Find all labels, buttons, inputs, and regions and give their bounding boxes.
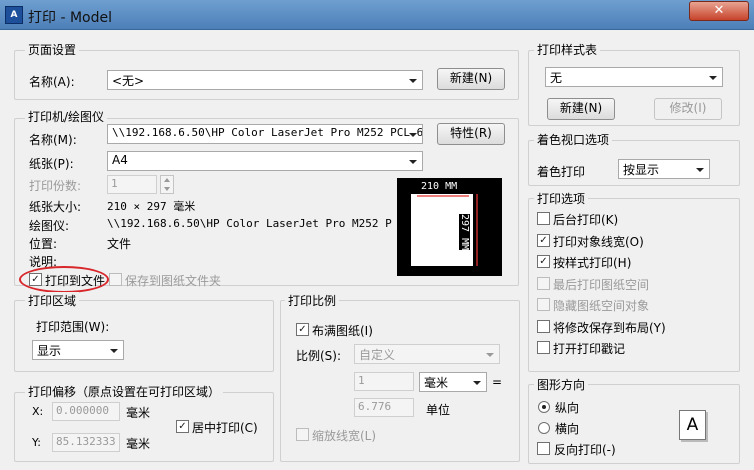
option-label-7[interactable]: 打开打印戳记 [553,340,625,357]
fit-to-paper-label[interactable]: 布满图纸(I) [312,322,373,339]
window-title: 打印 - Model [28,10,112,26]
plotter-label: 绘图仪: [29,219,70,233]
shaded-title: 着色视口选项 [534,131,613,148]
plot-scale-title: 打印比例 [285,292,340,309]
center-plot-label[interactable]: 居中打印(C) [192,419,258,436]
reverse-plot-label[interactable]: 反向打印(-) [554,441,616,458]
scale-unit-select[interactable]: 毫米 [419,372,487,392]
option-label-3[interactable]: 按样式打印(H) [553,254,631,271]
paper-select[interactable]: A4 [107,151,423,171]
offset-y-label: Y: [32,436,41,449]
plot-area-title: 打印区域 [25,292,80,309]
page-setup-add-button[interactable]: 新建(N) [437,68,505,90]
orientation-icon: A [679,410,706,440]
scale-unit-2-label: 单位 [426,403,451,417]
printer-name-select[interactable]: \\192.168.6.50\HP Color LaserJet Pro M25… [107,124,423,144]
offset-x-label: X: [32,405,44,418]
option-label-4: 最后打印图纸空间 [553,278,650,292]
save-to-folder-checkbox[interactable] [109,273,122,286]
copies-input[interactable]: 1 [107,175,157,194]
preview-height-label: 297 MM [459,214,470,251]
paper-size-label: 纸张大小: [29,200,82,214]
location-value: 文件 [107,237,132,251]
plot-style-title: 打印样式表 [534,41,601,58]
plot-style-new-button[interactable]: 新建(N) [547,98,615,120]
option-label-2[interactable]: 打印对象线宽(O) [553,233,644,250]
fit-to-paper-checkbox[interactable]: ✓ [296,323,309,336]
option-checkbox-2[interactable]: ✓ [537,234,550,247]
scale-equals-sign: = [492,375,503,389]
option-checkbox-7[interactable] [537,341,550,354]
copies-label: 打印份数: [29,179,82,193]
printer-name-label: 名称(M): [29,133,77,147]
print-to-file-highlight [19,266,109,293]
paper-size-value: 210 × 297 毫米 [107,200,196,213]
scale-select[interactable]: 自定义 [354,344,500,364]
option-label-5: 隐藏图纸空间对象 [553,299,650,313]
option-checkbox-5[interactable] [537,298,550,311]
scale-value-1-input[interactable]: 1 [354,372,414,391]
plot-offset-title: 打印偏移（原点设置在可打印区域） [25,383,224,400]
scale-lineweights-label: 缩放线宽(L) [312,429,377,443]
scale-lineweights-checkbox[interactable] [296,428,309,441]
portrait-radio[interactable] [538,401,550,413]
center-plot-checkbox[interactable]: ✓ [176,420,189,433]
location-label: 位置: [29,237,58,251]
option-label-1[interactable]: 后台打印(K) [553,211,618,228]
options-title: 打印选项 [534,190,589,207]
reverse-plot-checkbox[interactable] [537,442,550,455]
portrait-label[interactable]: 纵向 [555,399,579,416]
plot-range-label: 打印范围(W): [36,320,110,334]
plot-style-select[interactable]: 无 [545,67,723,87]
option-checkbox-3[interactable]: ✓ [537,255,550,268]
option-checkbox-6[interactable] [537,320,550,333]
paper-preview [397,178,502,276]
save-to-folder-label: 保存到图纸文件夹 [125,274,222,288]
printer-properties-button[interactable]: 特性(R) [437,123,505,145]
offset-y-input[interactable]: 85.132333 [52,433,120,452]
app-icon: A [5,6,23,24]
shade-plot-label: 着色打印 [537,165,586,179]
paper-label: 纸张(P): [29,157,74,171]
scale-label: 比例(S): [296,349,342,363]
title-bar [0,0,754,30]
printer-title: 打印机/绘图仪 [25,108,108,125]
offset-y-unit: 毫米 [126,437,151,451]
option-label-6[interactable]: 将修改保存到布局(Y) [553,319,666,336]
paper-preview-drawing [411,194,478,266]
scale-value-2-input[interactable]: 6.776 [354,398,414,417]
shade-plot-select[interactable]: 按显示 [618,159,710,179]
page-setup-name-label: 名称(A): [29,75,75,89]
plot-style-edit-button[interactable]: 修改(I) [654,98,722,120]
plot-range-select[interactable]: 显示 [32,340,124,360]
option-checkbox-4[interactable] [537,277,550,290]
option-checkbox-1[interactable] [537,212,550,225]
close-button[interactable]: ✕ [689,1,749,21]
offset-x-unit: 毫米 [126,406,151,420]
plotter-value: \\192.168.6.50\HP Color LaserJet Pro M25… [107,217,392,230]
orientation-title: 图形方向 [534,376,589,393]
page-setup-title: 页面设置 [25,41,80,58]
page-setup-name-select[interactable]: <无> [107,70,423,90]
landscape-label[interactable]: 横向 [555,420,579,437]
copies-spinner[interactable] [160,175,174,194]
preview-width-label: 210 MM [421,181,458,192]
plot-area-panel [14,300,274,372]
landscape-radio[interactable] [538,422,550,434]
offset-x-input[interactable]: 0.000000 [52,402,120,421]
